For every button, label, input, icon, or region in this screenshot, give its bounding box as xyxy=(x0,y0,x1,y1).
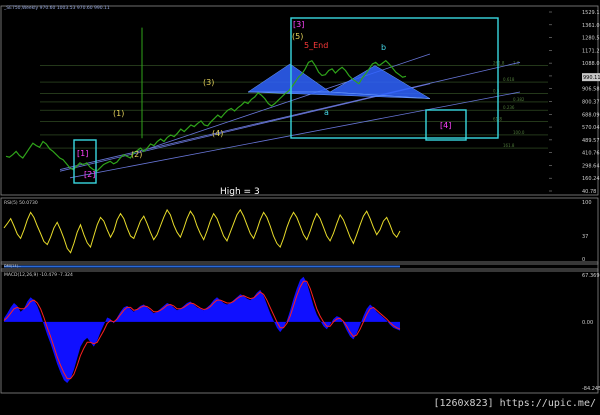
wave-label: 5_End xyxy=(304,41,328,50)
fib-label: 161.8 xyxy=(503,143,515,148)
y-tick-label: 489.57 xyxy=(582,138,600,144)
y-tick-label: 298.64 xyxy=(582,163,600,169)
rsi-title: RSI(5) 50.0730 xyxy=(4,200,38,206)
wave-label: [1] xyxy=(77,149,88,158)
fib-label: 100.0 xyxy=(513,130,525,135)
y-tick-label: 570.04 xyxy=(582,125,600,131)
wave-label: (1) xyxy=(113,109,124,118)
chart-svg: 1.00.6180.50.3820.23661.8100.0161.8261.8… xyxy=(0,5,600,394)
y-tick-label: 1171.2 xyxy=(582,48,600,54)
y-tick-label: 1361.0 xyxy=(582,23,600,29)
y-tick-label: 410.76 xyxy=(582,151,600,157)
fib-label: 0.618 xyxy=(503,77,515,82)
wave-label: a xyxy=(324,108,329,117)
fib-label: 0.5 xyxy=(493,89,500,94)
wave-label: (3) xyxy=(203,78,214,87)
wave-label: [3] xyxy=(293,20,304,29)
fib-label: 0.382 xyxy=(513,97,525,102)
y-tick-label: 1529.1 xyxy=(582,10,600,16)
wave-label: (5) xyxy=(292,32,303,41)
wave-label: [2] xyxy=(84,170,95,179)
y-tick-label: 688.09 xyxy=(582,112,600,118)
wave-label: b xyxy=(381,43,386,52)
y-tick-label: 1088.0 xyxy=(582,61,600,67)
last-price-badge-text: 990.11 xyxy=(583,75,600,81)
trend-line xyxy=(59,83,431,172)
y-tick-label: 906.58 xyxy=(582,87,600,93)
harmonic-pattern-shape xyxy=(247,63,331,93)
rsi-tick-label: 37 xyxy=(582,234,588,240)
y-tick-label: 1280.5 xyxy=(582,36,600,42)
macd-area xyxy=(4,276,400,383)
macd-tick-label: -84.245 xyxy=(582,386,600,392)
dmi-title: DMI(14)... xyxy=(4,264,21,268)
chart-area: 1.00.6180.50.3820.23661.8100.0161.8261.8… xyxy=(0,0,600,411)
watermark-text: [1260x823] https://upic.me/ xyxy=(433,398,596,409)
y-tick-label: 160.24 xyxy=(582,176,600,182)
rsi-panel-frame xyxy=(0,197,599,265)
rsi-tick-label: 0 xyxy=(582,257,585,263)
wave-label: (4) xyxy=(212,129,223,138)
symbol-header: _SE750,Weekly 970.60 1003.53 970.60 990.… xyxy=(3,5,110,11)
fib-label: 0.236 xyxy=(503,105,515,110)
y-tick-label: 800.37 xyxy=(582,100,600,106)
fib-label: 261.8 xyxy=(493,61,505,66)
wave-label: [4] xyxy=(440,121,451,130)
macd-tick-label: 0.00 xyxy=(582,320,593,326)
macd-tick-label: 67.369 xyxy=(582,273,600,279)
rsi-tick-label: 100 xyxy=(582,200,592,206)
macd-title: MACD(12,26,9) -10.479 -7.324 xyxy=(4,272,73,278)
pattern-label: High = 3 xyxy=(220,187,260,197)
rsi-line xyxy=(3,208,401,254)
wave-label: (2) xyxy=(131,150,142,159)
y-tick-label: 40.78 xyxy=(582,189,596,195)
